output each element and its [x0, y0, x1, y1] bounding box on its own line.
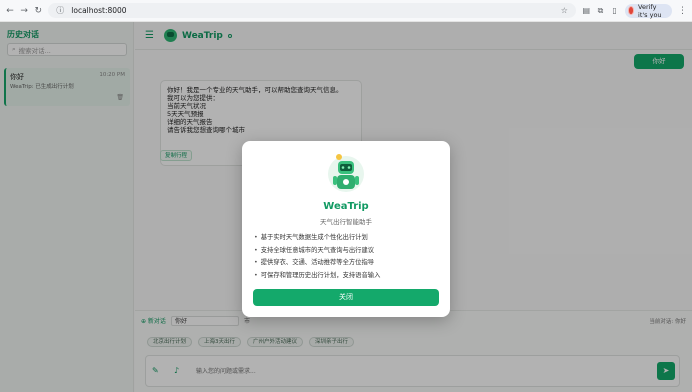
split-view-icon[interactable]: ▯: [610, 5, 618, 17]
modal-overlay[interactable]: WeaTrip 天气出行智能助手 基于实时天气数据生成个性化出行计划 支持全球任…: [0, 22, 692, 392]
feature-item: 提供穿衣、交通、活动推荐等全方位指导: [254, 257, 444, 270]
dialog-subtitle: 天气出行智能助手: [320, 218, 372, 226]
bookmark-star-icon[interactable]: ☆: [558, 5, 570, 17]
feature-item: 可保存和管理历史出行计划，支持语音输入: [254, 270, 444, 283]
back-arrow-icon[interactable]: ←: [6, 5, 14, 17]
robot-avatar-icon: [328, 154, 364, 192]
forward-arrow-icon[interactable]: →: [20, 5, 28, 17]
site-info-icon[interactable]: ⓘ: [54, 5, 66, 17]
reload-icon[interactable]: ↻: [34, 5, 42, 17]
feature-item: 支持全球任意城市的天气查询与出行建议: [254, 245, 444, 258]
extensions-icon[interactable]: ⧉: [596, 5, 604, 17]
feature-list: 基于实时天气数据生成个性化出行计划 支持全球任意城市的天气查询与出行建议 提供穿…: [254, 232, 444, 282]
feature-item: 基于实时天气数据生成个性化出行计划: [254, 232, 444, 245]
about-dialog: WeaTrip 天气出行智能助手 基于实时天气数据生成个性化出行计划 支持全球任…: [242, 141, 450, 317]
profile-avatar-icon: [627, 6, 635, 15]
close-button[interactable]: 关闭: [253, 289, 439, 306]
url-text: localhost:8000: [71, 6, 127, 15]
profile-label: Verify it's you: [638, 2, 662, 19]
profile-button[interactable]: Verify it's you: [624, 2, 673, 19]
browser-toolbar: ← → ↻ ⓘ localhost:8000 ☆ ▤ ⧉ ▯ Verify it…: [0, 0, 692, 22]
browser-menu-icon[interactable]: ⋮: [678, 6, 687, 16]
reading-list-icon[interactable]: ▤: [582, 5, 591, 17]
dialog-title: WeaTrip: [323, 201, 369, 212]
address-bar[interactable]: ⓘ localhost:8000 ☆: [48, 3, 577, 18]
